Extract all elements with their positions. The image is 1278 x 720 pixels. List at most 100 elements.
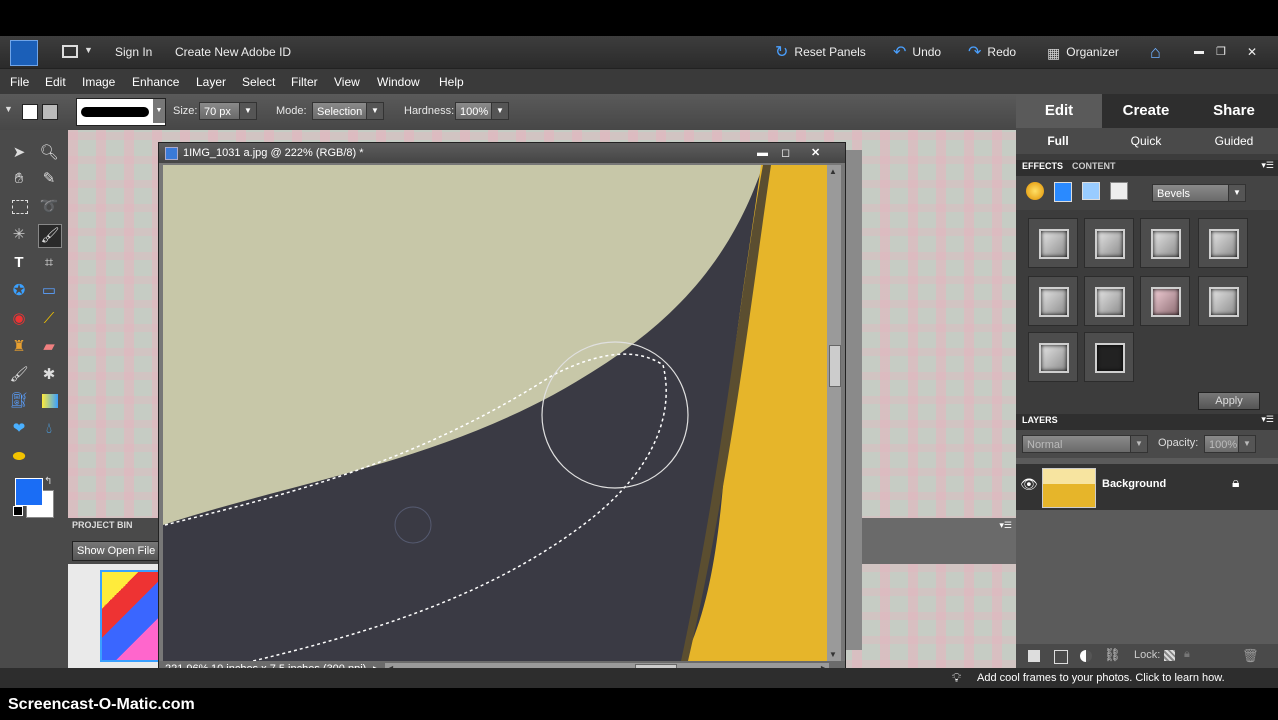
size-field[interactable]: 70 px ▼ — [199, 102, 257, 120]
panel-menu-icon[interactable]: ▾☰ — [1261, 160, 1274, 171]
image-canvas[interactable] — [163, 165, 827, 661]
bevel-thumbnail[interactable] — [1140, 276, 1190, 326]
scroll-thumb[interactable] — [829, 345, 841, 387]
foreground-color-swatch[interactable] — [15, 478, 43, 506]
photo-effects-icon[interactable] — [1082, 182, 1100, 200]
type-tool-icon[interactable]: T — [8, 252, 30, 274]
clone-stamp-tool-icon[interactable]: ♜ — [8, 336, 30, 358]
hardness-slider-icon[interactable]: ▼ — [491, 103, 508, 119]
reset-panels-button[interactable]: ↻ Reset Panels — [775, 36, 866, 68]
link-icon[interactable]: ⛓︎ — [1104, 647, 1121, 663]
hand-tool-icon[interactable]: ✋︎ — [8, 168, 30, 190]
bevel-thumbnail[interactable] — [1028, 218, 1078, 268]
panel-menu-icon[interactable]: ▾☰ — [1261, 414, 1274, 425]
bevel-thumbnail[interactable] — [1084, 276, 1134, 326]
filters-icon[interactable] — [1026, 182, 1044, 200]
subtab-quick[interactable]: Quick — [1106, 128, 1186, 154]
menu-window[interactable]: Window — [377, 69, 420, 95]
show-open-files-select[interactable]: Show Open File — [72, 541, 170, 561]
new-group-icon[interactable] — [1054, 650, 1068, 664]
healing-brush-tool-icon[interactable]: ⟋ — [38, 308, 60, 330]
tool-preset-icon[interactable]: ▼ — [4, 104, 13, 114]
panel-menu-icon[interactable]: ▾☰ — [999, 520, 1012, 531]
size-slider-icon[interactable]: ▼ — [239, 103, 256, 119]
brush-preview[interactable]: ▼ — [76, 98, 166, 126]
gradient-tool-icon[interactable] — [38, 390, 60, 412]
bevel-thumbnail[interactable] — [1198, 218, 1248, 268]
custom-shape-tool-icon[interactable]: ❤ — [8, 418, 30, 440]
menu-edit[interactable]: Edit — [45, 69, 66, 95]
subtab-full[interactable]: Full — [1016, 128, 1100, 154]
scroll-up-icon[interactable]: ▲ — [829, 167, 837, 176]
doc-maximize-icon[interactable]: ◻ — [781, 143, 790, 163]
mode-select[interactable]: Selection ▼ — [312, 102, 384, 120]
adjustment-layer-icon[interactable] — [1080, 650, 1092, 662]
menu-select[interactable]: Select — [242, 69, 275, 95]
recompose-tool-icon[interactable]: ▭ — [38, 280, 60, 302]
chevron-down-icon[interactable]: ▼ — [84, 45, 93, 55]
default-colors-icon[interactable] — [13, 506, 23, 516]
cookie-cutter-tool-icon[interactable]: ✪ — [8, 280, 30, 302]
brush-tool-icon[interactable]: 🖌︎ — [8, 364, 30, 386]
blur-tool-icon[interactable]: 💧︎ — [38, 418, 60, 440]
tab-edit[interactable]: Edit — [1016, 94, 1102, 128]
bevel-thumbnail[interactable] — [1084, 218, 1134, 268]
tab-create[interactable]: Create — [1102, 94, 1190, 128]
workspace-switch-icon[interactable] — [62, 45, 78, 58]
swap-colors-icon[interactable]: ↰ — [44, 476, 52, 487]
undo-button[interactable]: ↶ Undo — [893, 36, 941, 68]
move-tool-icon[interactable]: ➤ — [8, 142, 30, 164]
smart-brush-tool-icon[interactable]: ✱ — [38, 364, 60, 386]
new-layer-icon[interactable] — [1028, 650, 1040, 662]
red-eye-tool-icon[interactable]: ◉ — [8, 308, 30, 330]
sign-in-link[interactable]: Sign In — [115, 36, 152, 68]
lock-all-icon[interactable]: 🔒︎ — [1184, 648, 1190, 661]
menu-layer[interactable]: Layer — [196, 69, 226, 95]
scroll-down-icon[interactable]: ▼ — [829, 650, 837, 659]
magic-wand-tool-icon[interactable]: ✳ — [8, 224, 30, 246]
layer-row-background[interactable]: 👁︎ Background 🔒︎ — [1016, 464, 1278, 510]
bevel-thumbnail[interactable] — [1198, 276, 1248, 326]
bevel-thumbnail[interactable] — [1084, 332, 1134, 382]
redo-button[interactable]: ↷ Redo — [968, 36, 1016, 68]
bevel-thumbnail[interactable] — [1140, 218, 1190, 268]
eyedropper-tool-icon[interactable]: ✎ — [38, 168, 60, 190]
brush-dropdown-icon[interactable]: ▼ — [153, 99, 165, 123]
minimize-button[interactable]: ▬ — [1194, 36, 1204, 68]
opacity-slider-icon[interactable]: ▼ — [1238, 436, 1255, 452]
hardness-field[interactable]: 100% ▼ — [455, 102, 509, 120]
doc-close-icon[interactable]: ✕ — [811, 143, 820, 163]
menu-enhance[interactable]: Enhance — [132, 69, 179, 95]
lock-transparency-icon[interactable] — [1164, 650, 1175, 661]
marquee-tool-icon[interactable] — [8, 196, 30, 218]
effects-tab[interactable]: EFFECTS — [1022, 161, 1063, 171]
eye-icon[interactable]: 👁︎ — [1020, 476, 1038, 493]
paint-bucket-tool-icon[interactable]: ⛽︎ — [8, 390, 30, 412]
document-vertical-scrollbar[interactable]: ▲ ▼ — [827, 165, 841, 661]
selection-new-icon[interactable] — [22, 104, 38, 120]
trash-icon[interactable]: 🗑︎ — [1242, 648, 1259, 664]
bevel-thumbnail[interactable] — [1028, 332, 1078, 382]
sponge-tool-icon[interactable]: ⬬ — [8, 446, 30, 468]
menu-filter[interactable]: Filter — [291, 69, 318, 95]
content-tab[interactable]: CONTENT — [1072, 161, 1116, 171]
layer-styles-icon[interactable] — [1054, 182, 1072, 202]
show-all-icon[interactable] — [1110, 182, 1128, 200]
organizer-button[interactable]: ▦ Organizer — [1047, 36, 1119, 68]
apply-button[interactable]: Apply — [1198, 392, 1260, 410]
create-adobe-id-link[interactable]: Create New Adobe ID — [175, 36, 291, 68]
bevel-thumbnail[interactable] — [1028, 276, 1078, 326]
blend-mode-select[interactable]: Normal ▼ — [1022, 435, 1148, 453]
zoom-tool-icon[interactable]: 🔍︎ — [38, 142, 60, 164]
home-icon[interactable]: ⌂ — [1150, 36, 1161, 68]
effects-category-select[interactable]: Bevels ▼ — [1152, 184, 1246, 202]
crop-tool-icon[interactable]: ⌗ — [38, 252, 60, 274]
menu-view[interactable]: View — [334, 69, 360, 95]
eraser-tool-icon[interactable]: ▰ — [38, 336, 60, 358]
menu-help[interactable]: Help — [439, 69, 464, 95]
doc-minimize-icon[interactable]: ▬ — [757, 143, 768, 163]
selection-add-icon[interactable] — [42, 104, 58, 120]
menu-file[interactable]: File — [10, 69, 29, 95]
selection-brush-tool-icon[interactable]: 🖌︎ — [38, 224, 62, 248]
opacity-field[interactable]: 100% ▼ — [1204, 435, 1256, 453]
